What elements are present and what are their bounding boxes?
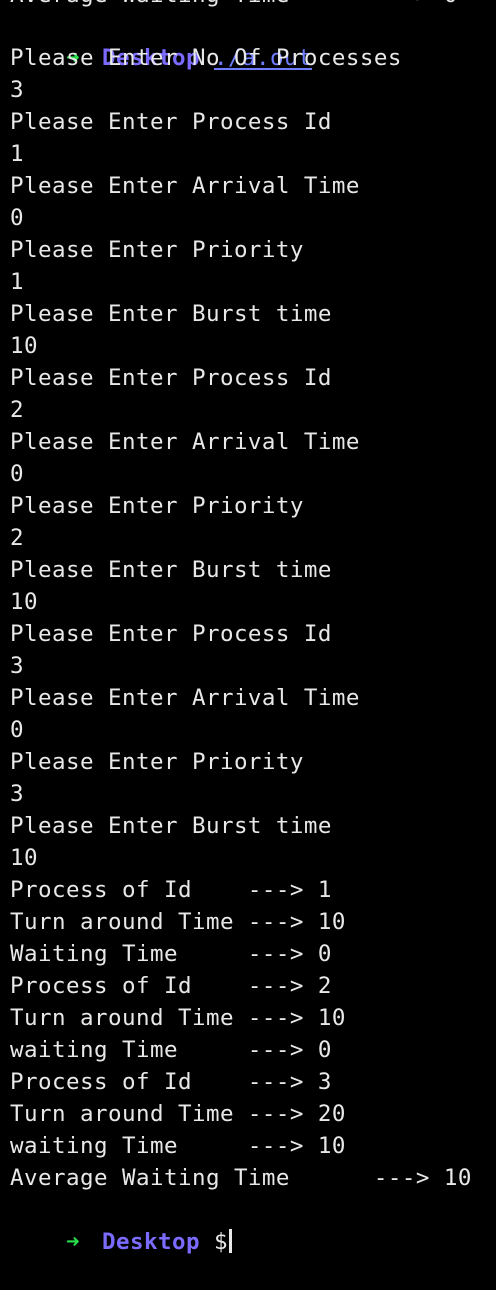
- output-line: 1: [10, 269, 24, 295]
- output-line: 10: [10, 589, 38, 615]
- output-line: Please Enter Process Id: [10, 109, 332, 135]
- output-line: Please Enter Burst time: [10, 557, 332, 583]
- output-line: 3: [10, 653, 24, 679]
- output-line: Turn around Time ---> 20: [10, 1101, 346, 1127]
- output-line: Please Enter Process Id: [10, 621, 332, 647]
- output-line: Turn around Time ---> 10: [10, 1005, 346, 1031]
- prompt-line: ➜ Desktop ./a.out: [10, 10, 312, 71]
- output-line: 10: [10, 845, 38, 871]
- output-line: 3: [10, 781, 24, 807]
- output-line: 0: [10, 205, 24, 231]
- output-line: 0: [10, 461, 24, 487]
- output-line: Please Enter Burst time: [10, 813, 332, 839]
- output-line: 3: [10, 77, 24, 103]
- output-line: Please Enter Priority: [10, 493, 304, 519]
- prompt-arrow-icon: ➜: [66, 1229, 80, 1255]
- prompt-directory: Desktop: [102, 1229, 200, 1255]
- output-line: 1: [10, 141, 24, 167]
- output-line: Average Waiting Time ---> 10: [10, 1165, 472, 1191]
- output-line: Process of Id ---> 3: [10, 1069, 332, 1095]
- output-line: 2: [10, 397, 24, 423]
- output-line: Please Enter Arrival Time: [10, 429, 360, 455]
- output-line: Process of Id ---> 1: [10, 877, 332, 903]
- output-line: Please Enter Burst time: [10, 301, 332, 327]
- output-line: waiting Time ---> 10: [10, 1133, 346, 1159]
- output-line: Please Enter Arrival Time: [10, 685, 360, 711]
- output-line: Waiting Time ---> 0: [10, 941, 332, 967]
- prompt-line: ➜ Desktop $: [10, 1194, 232, 1255]
- output-line: Please Enter Priority: [10, 237, 304, 263]
- text-cursor[interactable]: [228, 1229, 232, 1253]
- terminal-window[interactable]: Average Waiting Time ---> 0 ➜Desktop ./a…: [0, 0, 496, 1255]
- output-line: 10: [10, 333, 38, 359]
- output-line: Please Enter Priority: [10, 749, 304, 775]
- prompt-symbol: $: [213, 1229, 228, 1255]
- output-line: Process of Id ---> 2: [10, 973, 332, 999]
- output-line: Please Enter Arrival Time: [10, 173, 360, 199]
- output-line: 0: [10, 717, 24, 743]
- output-line: Please Enter No Of Processes: [10, 45, 402, 71]
- output-line: waiting Time ---> 0: [10, 1037, 332, 1063]
- output-line: Please Enter Process Id: [10, 365, 332, 391]
- output-line: 2: [10, 525, 24, 551]
- output-line: Turn around Time ---> 10: [10, 909, 346, 935]
